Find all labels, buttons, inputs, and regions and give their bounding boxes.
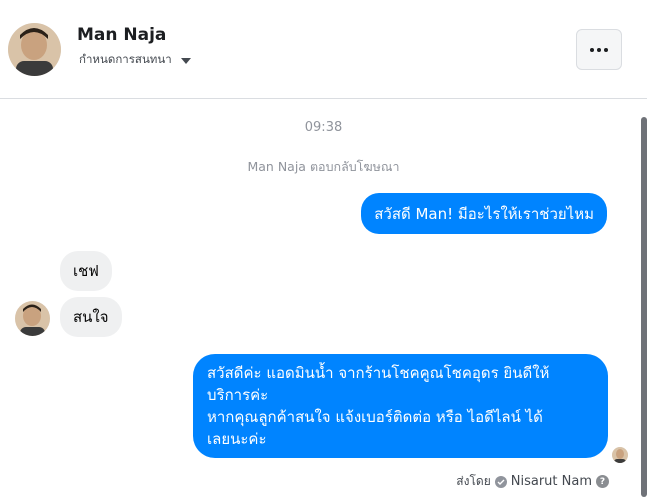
conversation-settings-dropdown[interactable]: กำหนดการสนทนา: [79, 51, 191, 69]
contact-name[interactable]: Man Naja: [77, 25, 166, 45]
caret-down-icon: [180, 58, 191, 64]
message-bubble-incoming[interactable]: สนใจ: [60, 297, 122, 337]
message-timestamp: 09:38: [304, 120, 343, 135]
seen-avatar: [612, 447, 628, 463]
more-dot-icon: [604, 47, 608, 52]
conversation-settings-label: กำหนดการสนทนา: [79, 52, 172, 66]
message-bubble-outgoing[interactable]: สวัสดี Man! มีอะไรให้เราช่วยไหม: [361, 193, 607, 234]
message-bubble-incoming[interactable]: เชฟ: [60, 251, 112, 291]
sent-by-name: Nisarut Nam: [510, 474, 592, 489]
check-icon: [494, 475, 507, 488]
message-text: สวัสดี Man! มีอะไรให้เราช่วยไหม: [374, 204, 594, 223]
message-line: เลยนะค่ะ: [207, 430, 267, 448]
more-options-button[interactable]: [576, 29, 622, 70]
message-bubble-outgoing[interactable]: สวัสดีค่ะ แอดมินน้ำ จากร้านโชคคูณโชคอุดร…: [193, 354, 608, 458]
contact-avatar[interactable]: [8, 23, 61, 76]
message-text: สนใจ: [73, 308, 109, 326]
more-dot-icon: [590, 47, 594, 52]
message-text: เชฟ: [73, 262, 99, 280]
sent-by-label: ส่งโดย: [456, 474, 491, 488]
sent-by-info: ส่งโดย Nisarut Nam ?: [456, 472, 609, 491]
conversation-header: Man Naja กำหนดการสนทนา: [0, 0, 647, 99]
sender-avatar: [15, 301, 50, 336]
message-line: หากคุณลูกค้าสนใจ แจ้งเบอร์ติดต่อ หรือ ไอ…: [207, 408, 543, 426]
scrollbar[interactable]: [641, 117, 647, 497]
message-line: สวัสดีค่ะ แอดมินน้ำ จากร้านโชคคูณโชคอุดร…: [207, 364, 550, 382]
message-line: บริการค่ะ: [207, 386, 269, 404]
more-dot-icon: [597, 47, 601, 52]
help-icon[interactable]: ?: [596, 475, 609, 488]
ad-reply-note: Man Naja ตอบกลับโฆษณา: [247, 159, 400, 174]
